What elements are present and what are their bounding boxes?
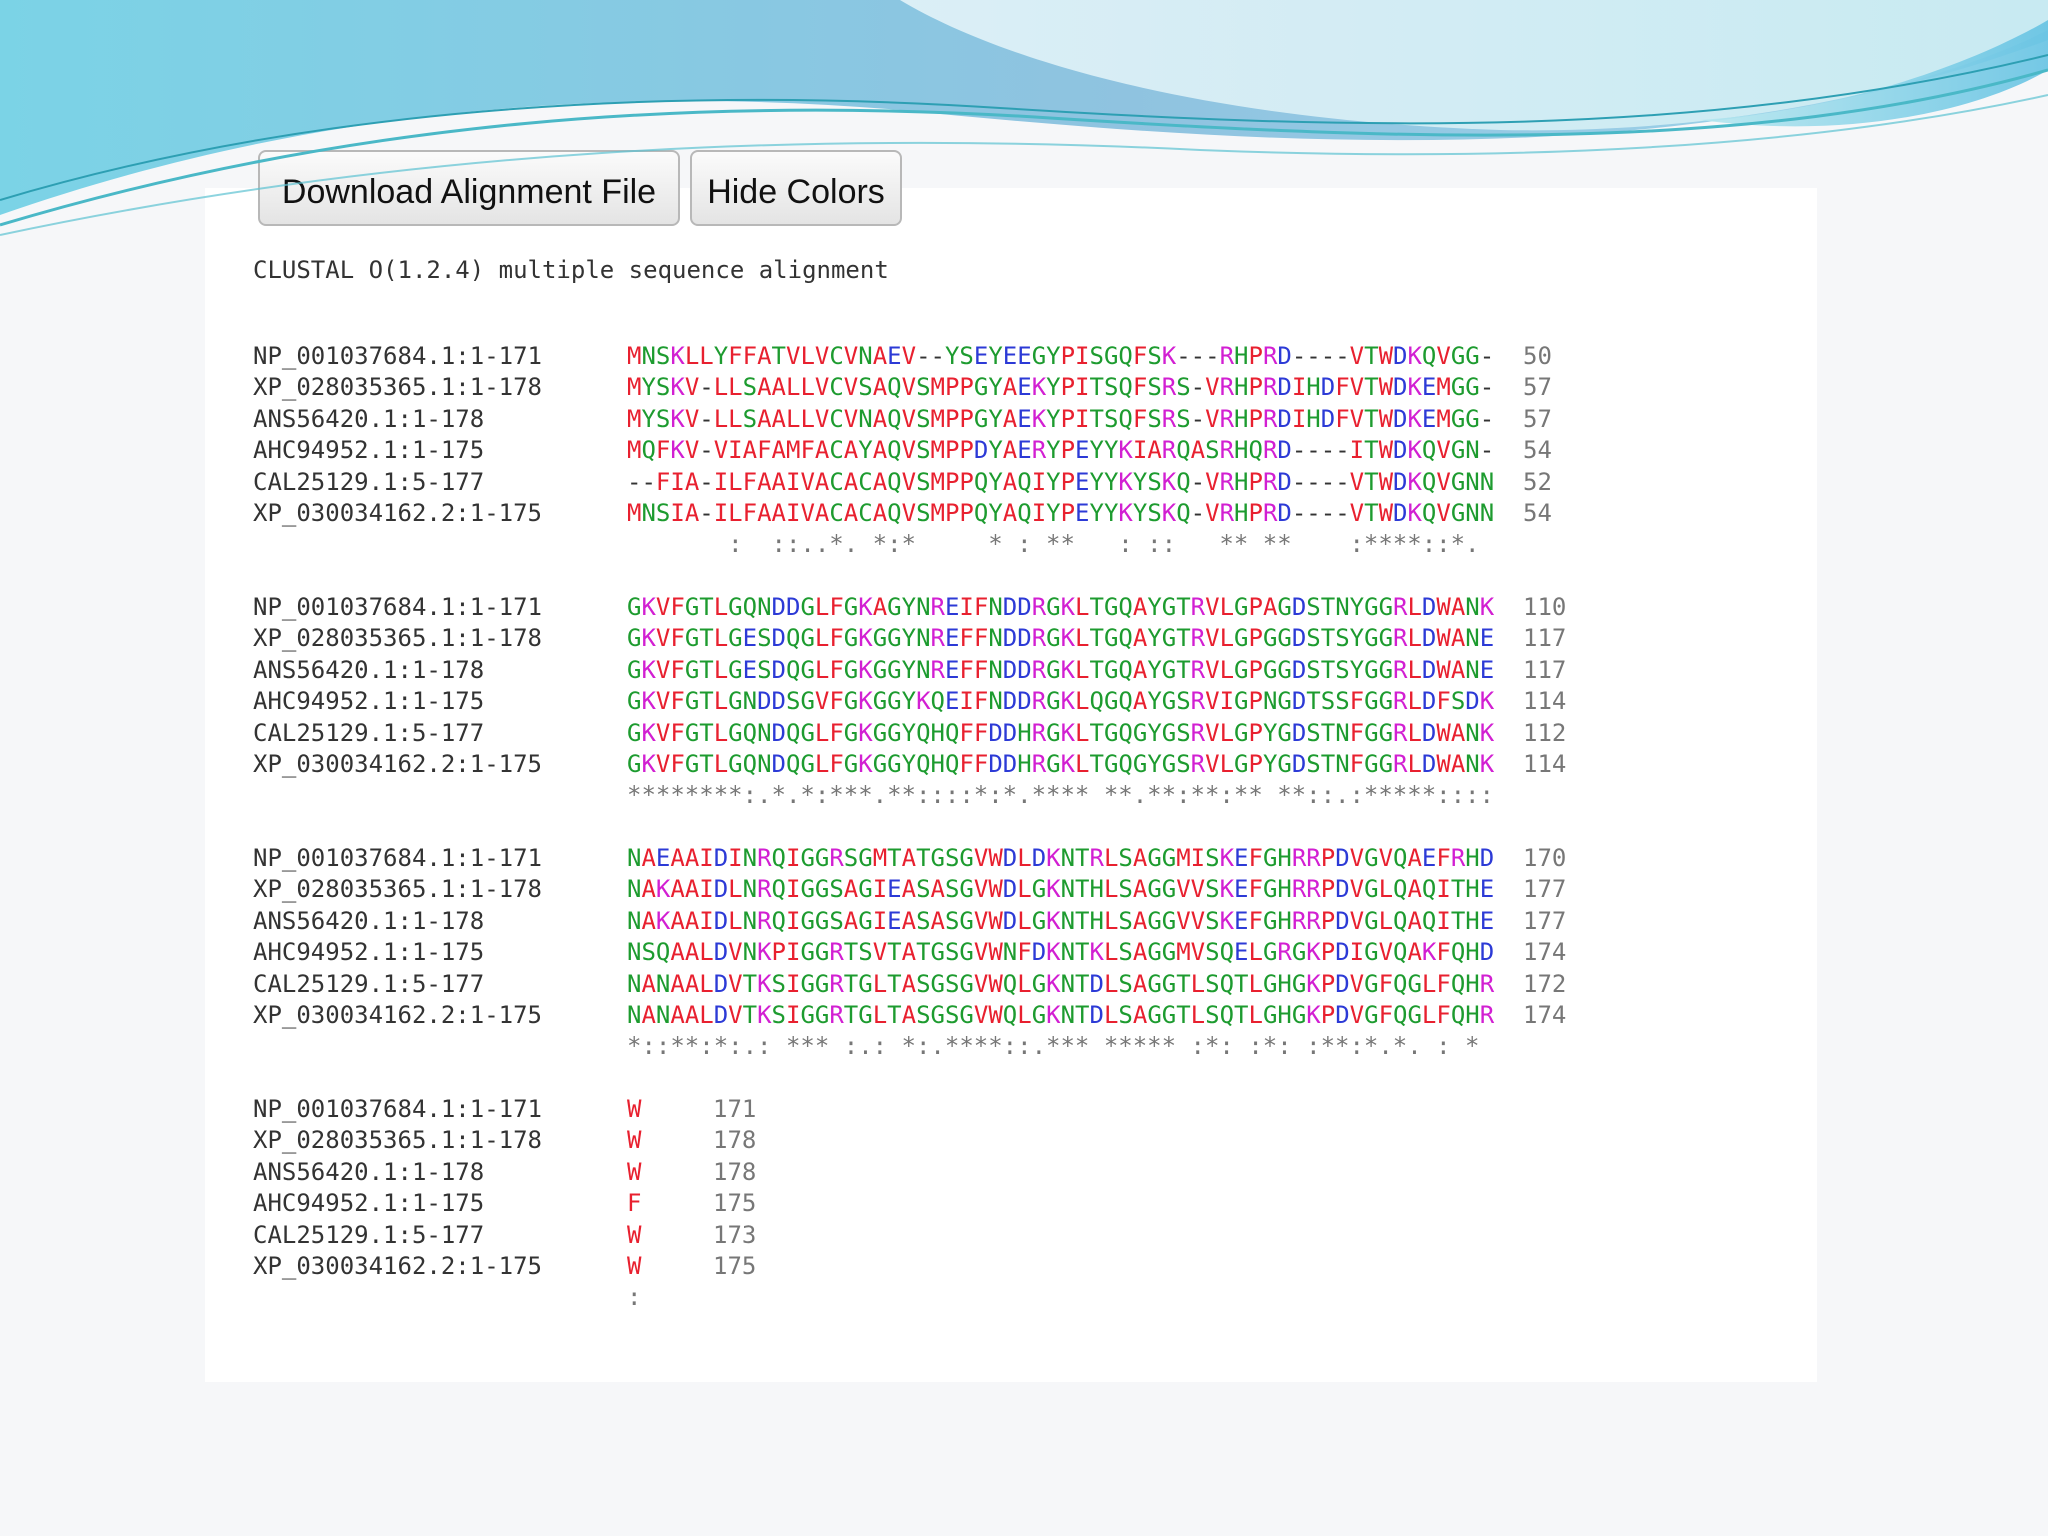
sequence-residues: W xyxy=(627,1220,642,1249)
sequence-id: NP_001037684.1:1-171 xyxy=(253,593,542,621)
sequence-id: CAL25129.1:5-177 xyxy=(253,718,485,747)
residue-count: 174 xyxy=(1523,938,1567,967)
sequence-residues: GKVFGTLGESDQGLFGKGGYNREFFNDDRGKLTGQAYGTR… xyxy=(627,655,1495,684)
sequence-residues: --FIA-ILFAAIVACACAQVSMPPQYAQIYPEYYKYSKQ-… xyxy=(627,467,1495,496)
sequence-id: CAL25129.1:5-177 xyxy=(253,1220,485,1249)
residue-count: 173 xyxy=(713,1220,757,1249)
sequence-residues: NANAALDVTKSIGGRTGLTASGSGVWQLGKNTDLSAGGTL… xyxy=(627,969,1495,998)
sequence-residues: GKVFGTLGQNDQGLFGKGGYQHQFFDDHRGKLTGQGYGSR… xyxy=(627,749,1495,778)
residue-count: 178 xyxy=(713,1126,757,1155)
residue-count: 54 xyxy=(1523,436,1552,465)
sequence-residues: NSQAALDVNKPIGGRTSVTATGSGVWNFDKNTKLSAGGMV… xyxy=(627,938,1495,967)
sequence-id: ANS56420.1:1-178 xyxy=(253,404,485,433)
residue-count: 54 xyxy=(1523,498,1552,527)
sequence-id: NP_001037684.1:1-171 xyxy=(253,342,542,370)
sequence-id: NP_001037684.1:1-171 xyxy=(253,1095,542,1123)
sequence-id: XP_028035365.1:1-178 xyxy=(253,1126,542,1155)
residue-count: 50 xyxy=(1523,342,1552,370)
sequence-residues: MQFKV-VIAFAMFACAYAQVSMPPDYAERYPEYYKIARQA… xyxy=(627,436,1495,465)
sequence-residues: MYSKV-LLSAALLVCVSAQVSMPPGYAEKYPITSQFSRS-… xyxy=(627,373,1495,402)
alignment-header: CLUSTAL O(1.2.4) multiple sequence align… xyxy=(253,256,889,284)
sequence-id: ANS56420.1:1-178 xyxy=(253,655,485,684)
sequence-id: XP_028035365.1:1-178 xyxy=(253,624,542,653)
sequence-id: XP_028035365.1:1-178 xyxy=(253,875,542,904)
residue-count: 114 xyxy=(1523,749,1567,778)
sequence-id: CAL25129.1:5-177 xyxy=(253,467,485,496)
sequence-residues: W xyxy=(627,1095,642,1123)
sequence-id: ANS56420.1:1-178 xyxy=(253,1157,485,1186)
sequence-id: AHC94952.1:1-175 xyxy=(253,938,485,967)
sequence-residues: MYSKV-LLSAALLVCVNAQVSMPPGYAEKYPITSQFSRS-… xyxy=(627,404,1495,433)
sequence-residues: NAEAAIDINRQIGGRSGMTATGSGVWDLDKNTRLSAGGMI… xyxy=(627,844,1495,872)
residue-count: 172 xyxy=(1523,969,1567,998)
residue-count: 171 xyxy=(713,1095,757,1123)
residue-count: 57 xyxy=(1523,404,1552,433)
sequence-id: CAL25129.1:5-177 xyxy=(253,969,485,998)
sequence-residues: MNSIA-ILFAAIVACACAQVSMPPQYAQIYPEYYKYSKQ-… xyxy=(627,498,1495,527)
sequence-id: ANS56420.1:1-178 xyxy=(253,906,485,935)
sequence-residues: GKVFGTLGQNDQGLFGKGGYQHQFFDDHRGKLTGQGYGSR… xyxy=(627,718,1495,747)
residue-count: 117 xyxy=(1523,624,1567,653)
residue-count: 57 xyxy=(1523,373,1552,402)
residue-count: 177 xyxy=(1523,875,1567,904)
sequence-residues: GKVFGTLGNDDSGVFGKGGYKQEIFNDDRGKLQGQAYGSR… xyxy=(627,687,1495,716)
sequence-id: AHC94952.1:1-175 xyxy=(253,436,485,465)
consensus-line: : xyxy=(627,1283,642,1312)
residue-count: 112 xyxy=(1523,718,1567,747)
residue-count: 110 xyxy=(1523,593,1567,621)
sequence-residues: W xyxy=(627,1157,642,1186)
sequence-residues: NAKAAIDLNRQIGGSAGIEASASGVWDLGKNTHLSAGGVV… xyxy=(627,906,1495,935)
consensus-line: *::**:*:.: *** :.: *:.****::.*** ***** :… xyxy=(627,1032,1480,1061)
sequence-residues: W xyxy=(627,1126,642,1155)
sequence-id: XP_028035365.1:1-178 xyxy=(253,373,542,402)
consensus-line: ********:.*.*:***.**::::*:*.**** **.**:*… xyxy=(627,781,1494,810)
sequence-id: XP_030034162.2:1-175 xyxy=(253,749,542,778)
sequence-residues: NAKAAIDLNRQIGGSAGIEASASGVWDLGKNTHLSAGGVV… xyxy=(627,875,1495,904)
sequence-residues: MNSKLLYFFATVLVCVNAEV--YSEYEEGYPISGQFSK--… xyxy=(627,342,1495,370)
residue-count: 52 xyxy=(1523,467,1552,496)
sequence-id: XP_030034162.2:1-175 xyxy=(253,1251,542,1280)
sequence-residues: NANAALDVTKSIGGRTGLTASGSGVWQLGKNTDLSAGGTL… xyxy=(627,1000,1495,1029)
sequence-residues: F xyxy=(627,1189,642,1218)
residue-count: 178 xyxy=(713,1157,757,1186)
residue-count: 170 xyxy=(1523,844,1567,872)
sequence-residues: GKVFGTLGQNDDGLFGKAGYNREIFNDDRGKLTGQAYGTR… xyxy=(627,593,1495,621)
sequence-id: AHC94952.1:1-175 xyxy=(253,1189,485,1218)
header-wave-decoration xyxy=(0,0,2048,236)
sequence-id: XP_030034162.2:1-175 xyxy=(253,498,542,527)
sequence-residues: W xyxy=(627,1251,642,1280)
sequence-residues: GKVFGTLGESDQGLFGKGGYNREFFNDDRGKLTGQAYGTR… xyxy=(627,624,1495,653)
consensus-line: : ::..*. *:* * : ** : :: ** ** :****::*. xyxy=(627,530,1480,559)
residue-count: 177 xyxy=(1523,906,1567,935)
residue-count: 174 xyxy=(1523,1000,1567,1029)
sequence-id: AHC94952.1:1-175 xyxy=(253,687,485,716)
residue-count: 175 xyxy=(713,1251,757,1280)
sequence-id: XP_030034162.2:1-175 xyxy=(253,1000,542,1029)
residue-count: 117 xyxy=(1523,655,1567,684)
residue-count: 114 xyxy=(1523,687,1567,716)
sequence-id: NP_001037684.1:1-171 xyxy=(253,844,542,872)
residue-count: 175 xyxy=(713,1189,757,1218)
